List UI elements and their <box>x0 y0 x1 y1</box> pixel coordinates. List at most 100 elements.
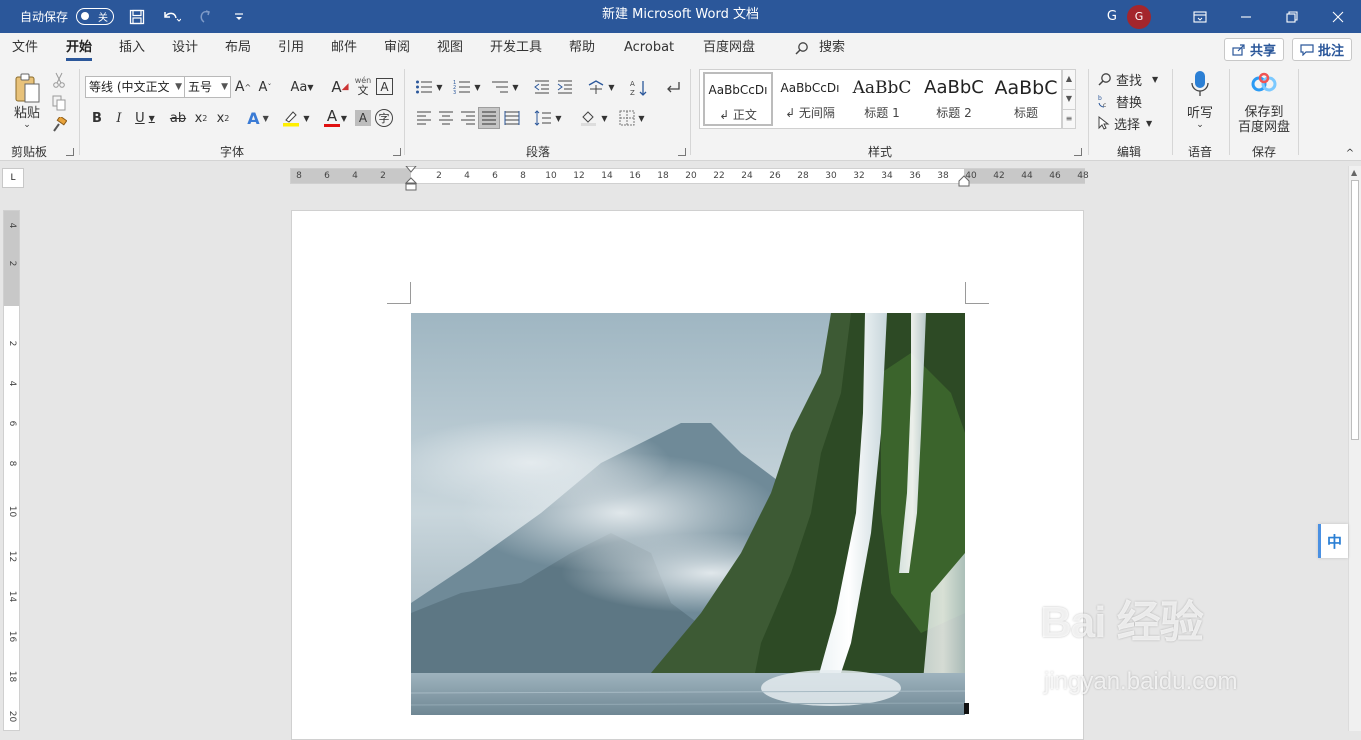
grow-font-icon[interactable]: A ^ <box>234 77 252 97</box>
tab-file[interactable]: 文件 <box>12 33 38 63</box>
styles-more-icon[interactable]: ≡ <box>1063 110 1075 130</box>
tab-acrobat[interactable]: Acrobat <box>624 33 674 63</box>
style-no-spacing[interactable]: AaBbCcDı ↲ 无间隔 <box>775 72 845 126</box>
enclose-characters-icon[interactable]: 字 <box>375 109 393 127</box>
close-icon[interactable] <box>1315 0 1361 33</box>
tab-home[interactable]: 开始 <box>66 33 93 63</box>
find-button[interactable]: 查找 ▼ <box>1098 69 1158 89</box>
user-name[interactable]: G <box>1107 9 1117 24</box>
dictate-label[interactable]: 听写 <box>1182 103 1218 121</box>
align-left-icon[interactable] <box>414 109 434 127</box>
borders-icon[interactable]: ▼ <box>616 108 648 128</box>
style-heading-2[interactable]: AaBbC 标题 2 <box>919 72 989 126</box>
font-name-combo[interactable]: 等线 (中文正文 ▼ <box>85 76 185 98</box>
align-right-icon[interactable] <box>458 109 478 127</box>
collapse-ribbon-icon[interactable]: ^ <box>1343 147 1357 159</box>
multilevel-list-icon[interactable]: ▼ <box>489 77 521 97</box>
phonetic-guide-icon[interactable]: wén 文 <box>354 75 372 97</box>
change-case-icon[interactable]: Aa ▼ <box>286 77 318 97</box>
numbering-icon[interactable]: 1 2 3 ▼ <box>451 77 483 97</box>
tab-review[interactable]: 审阅 <box>384 33 410 63</box>
customize-qa-icon[interactable] <box>228 6 250 28</box>
superscript-icon[interactable]: x2 <box>214 108 232 128</box>
highlight-color-icon[interactable]: ▼ <box>280 107 312 129</box>
horizontal-ruler[interactable]: 8 6 4 2 2 4 6 8 10 12 14 16 18 20 22 24 26 28 30 32 34 36 38 40… <box>290 166 1089 191</box>
line-spacing-icon[interactable]: ▼ <box>532 108 564 128</box>
underline-icon[interactable]: U ▼ <box>132 108 158 128</box>
tab-references[interactable]: 引用 <box>278 33 304 63</box>
italic-icon[interactable]: I <box>110 108 128 128</box>
chinese-layout-icon[interactable]: ▼ <box>585 77 617 97</box>
copy-icon[interactable] <box>50 94 68 112</box>
character-shading-icon[interactable]: A <box>355 110 371 126</box>
clipboard-launcher-icon[interactable] <box>66 148 74 156</box>
font-launcher-icon[interactable] <box>393 148 401 156</box>
font-color-dropdown-icon[interactable]: ▼ <box>340 112 348 124</box>
tab-selector[interactable]: L <box>2 168 24 188</box>
align-center-icon[interactable] <box>436 109 456 127</box>
save-to-label-2[interactable]: 百度网盘 <box>1236 118 1292 135</box>
bullets-icon[interactable]: ▼ <box>413 77 445 97</box>
cut-icon[interactable] <box>50 71 68 89</box>
undo-icon[interactable] <box>160 6 182 28</box>
justify-icon[interactable] <box>478 107 500 129</box>
tab-baidu-netdisk[interactable]: 百度网盘 <box>703 33 755 63</box>
autosave-toggle[interactable]: 关 <box>76 8 115 25</box>
style-heading-1[interactable]: AaBbC 标题 1 <box>847 72 917 126</box>
shrink-font-icon[interactable]: Aˇ <box>256 77 274 97</box>
paste-label[interactable]: 粘贴 <box>10 103 44 121</box>
scrollbar-thumb[interactable] <box>1351 180 1359 440</box>
ime-indicator[interactable]: 中 <box>1318 524 1348 558</box>
tab-view[interactable]: 视图 <box>437 33 463 63</box>
paragraph-launcher-icon[interactable] <box>678 148 686 156</box>
vertical-ruler[interactable]: 4 2 2 4 6 8 10 12 14 16 18 20 <box>3 210 20 731</box>
image-resize-handle[interactable] <box>964 703 969 714</box>
tab-design[interactable]: 设计 <box>172 33 198 63</box>
character-border-icon[interactable]: A <box>376 78 393 95</box>
save-icon[interactable] <box>126 6 148 28</box>
bold-icon[interactable]: B <box>88 108 106 128</box>
replace-button[interactable]: bc 替换 <box>1098 91 1142 111</box>
paste-dropdown-icon[interactable]: ⌄ <box>20 119 34 131</box>
tab-layout[interactable]: 布局 <box>225 33 251 63</box>
clear-formatting-icon[interactable]: A ◢ <box>330 77 350 97</box>
sort-icon[interactable]: AZ <box>628 77 650 99</box>
scroll-up-icon[interactable]: ▲ <box>1351 168 1357 177</box>
styles-down-icon[interactable]: ▼ <box>1063 90 1075 110</box>
shading-icon[interactable]: ▼ <box>578 108 610 128</box>
avatar[interactable]: G <box>1127 4 1151 29</box>
indent-marker-icon[interactable] <box>404 166 418 192</box>
select-button[interactable]: 选择 ▼ <box>1098 113 1152 133</box>
restore-icon[interactable] <box>1269 0 1315 33</box>
tab-insert[interactable]: 插入 <box>119 33 145 63</box>
paste-icon[interactable] <box>12 71 42 105</box>
redo-icon[interactable] <box>194 6 216 28</box>
style-title[interactable]: AaBbC 标题 <box>991 72 1061 126</box>
subscript-icon[interactable]: x2 <box>192 108 210 128</box>
styles-up-icon[interactable]: ▲ <box>1063 70 1075 90</box>
increase-indent-icon[interactable] <box>555 77 575 97</box>
decrease-indent-icon[interactable] <box>532 77 552 97</box>
search-box[interactable]: 搜索 <box>795 33 845 63</box>
share-button[interactable]: 共享 <box>1224 38 1285 61</box>
right-indent-marker-icon[interactable] <box>957 175 971 187</box>
baidu-netdisk-icon[interactable] <box>1249 71 1279 97</box>
distributed-icon[interactable] <box>502 109 522 127</box>
strikethrough-icon[interactable]: ab <box>168 108 188 128</box>
format-painter-icon[interactable] <box>50 116 68 134</box>
inserted-image[interactable] <box>411 313 965 715</box>
vertical-scrollbar[interactable]: ▲ <box>1348 166 1361 731</box>
ribbon-display-options-icon[interactable] <box>1177 0 1223 33</box>
tab-developer[interactable]: 开发工具 <box>490 33 542 63</box>
comments-button[interactable]: 批注 <box>1292 38 1353 61</box>
style-normal[interactable]: AaBbCcDı ↲ 正文 <box>703 72 773 126</box>
tab-help[interactable]: 帮助 <box>569 33 595 63</box>
show-formatting-marks-icon[interactable] <box>662 77 684 99</box>
styles-launcher-icon[interactable] <box>1074 148 1082 156</box>
text-effects-icon[interactable]: A ▼ <box>243 107 273 129</box>
font-size-combo[interactable]: 五号 ▼ <box>184 76 231 98</box>
microphone-icon[interactable] <box>1188 69 1212 99</box>
dictate-dropdown-icon[interactable]: ⌄ <box>1193 119 1207 131</box>
minimize-icon[interactable] <box>1223 0 1269 33</box>
tab-mailings[interactable]: 邮件 <box>331 33 357 63</box>
